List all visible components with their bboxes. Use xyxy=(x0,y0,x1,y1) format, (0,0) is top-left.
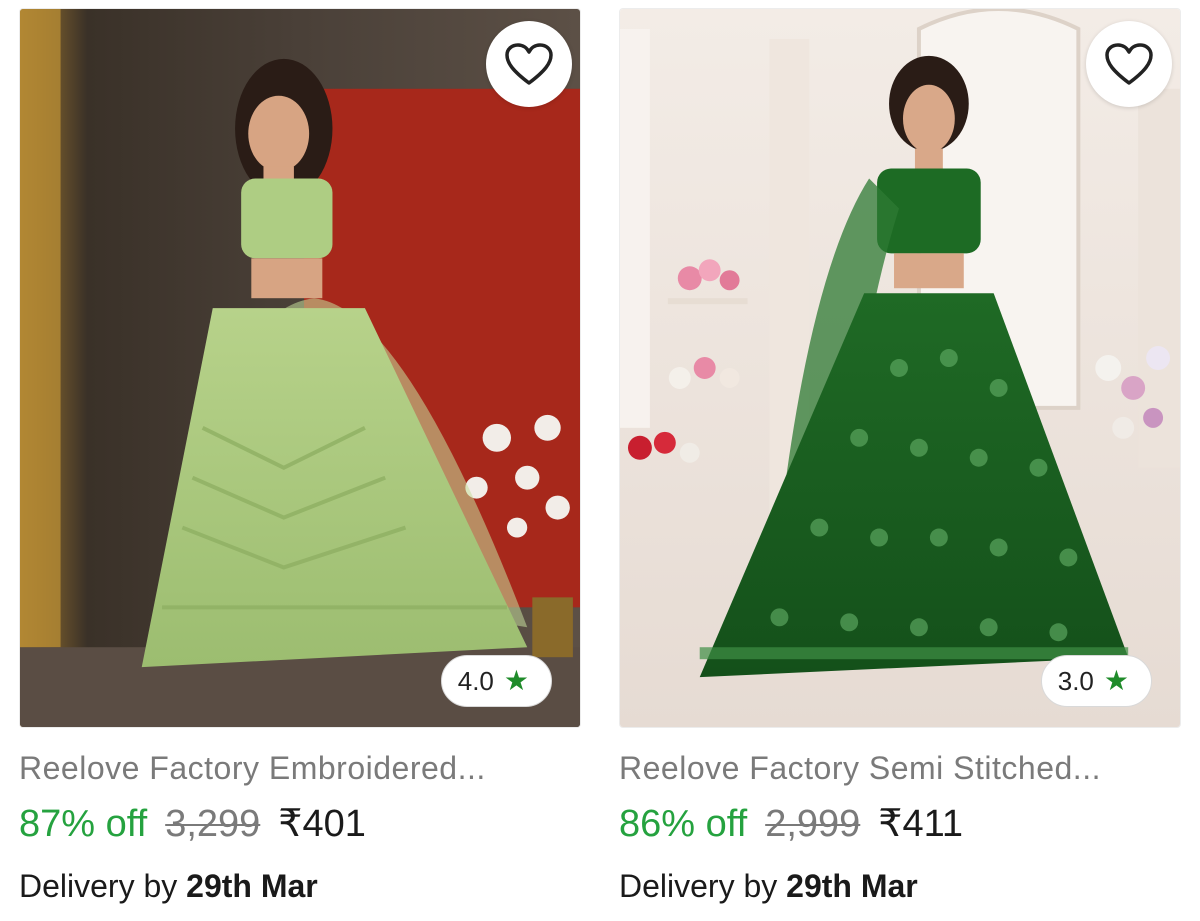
product-image-container[interactable]: 3.0 ★ xyxy=(619,8,1181,728)
product-card[interactable]: 4.0 ★ Reelove Factory Embroidered... 87%… xyxy=(19,8,581,905)
product-title[interactable]: Reelove Factory Embroidered... xyxy=(19,750,581,787)
rating-badge: 4.0 ★ xyxy=(440,655,552,707)
original-price: 2,999 xyxy=(765,803,861,845)
delivery-date: 29th Mar xyxy=(186,868,318,904)
selling-price: ₹411 xyxy=(878,803,964,845)
rating-value: 3.0 xyxy=(1057,665,1094,696)
wishlist-button[interactable] xyxy=(1086,21,1172,107)
delivery-prefix: Delivery by xyxy=(19,868,178,904)
heart-outline-icon xyxy=(1105,43,1153,85)
selling-price: ₹401 xyxy=(278,803,366,845)
price-row: 86% off 2,999 ₹411 xyxy=(619,801,1181,846)
delivery-info: Delivery by 29th Mar xyxy=(619,868,1181,905)
star-icon: ★ xyxy=(503,665,529,696)
discount-label: 86% off xyxy=(619,803,748,845)
product-image-container[interactable]: 4.0 ★ xyxy=(19,8,581,728)
price-row: 87% off 3,299 ₹401 xyxy=(19,801,581,846)
rating-value: 4.0 xyxy=(457,665,494,696)
product-title[interactable]: Reelove Factory Semi Stitched... xyxy=(619,750,1181,787)
product-image[interactable] xyxy=(620,9,1180,727)
heart-outline-icon xyxy=(505,43,553,85)
star-icon: ★ xyxy=(1103,665,1129,696)
product-image[interactable] xyxy=(20,9,580,727)
rating-badge: 3.0 ★ xyxy=(1040,655,1152,707)
product-card[interactable]: 3.0 ★ Reelove Factory Semi Stitched... 8… xyxy=(619,8,1181,905)
original-price: 3,299 xyxy=(165,803,261,845)
delivery-prefix: Delivery by xyxy=(619,868,778,904)
delivery-date: 29th Mar xyxy=(786,868,918,904)
discount-label: 87% off xyxy=(19,803,148,845)
wishlist-button[interactable] xyxy=(486,21,572,107)
delivery-info: Delivery by 29th Mar xyxy=(19,868,581,905)
